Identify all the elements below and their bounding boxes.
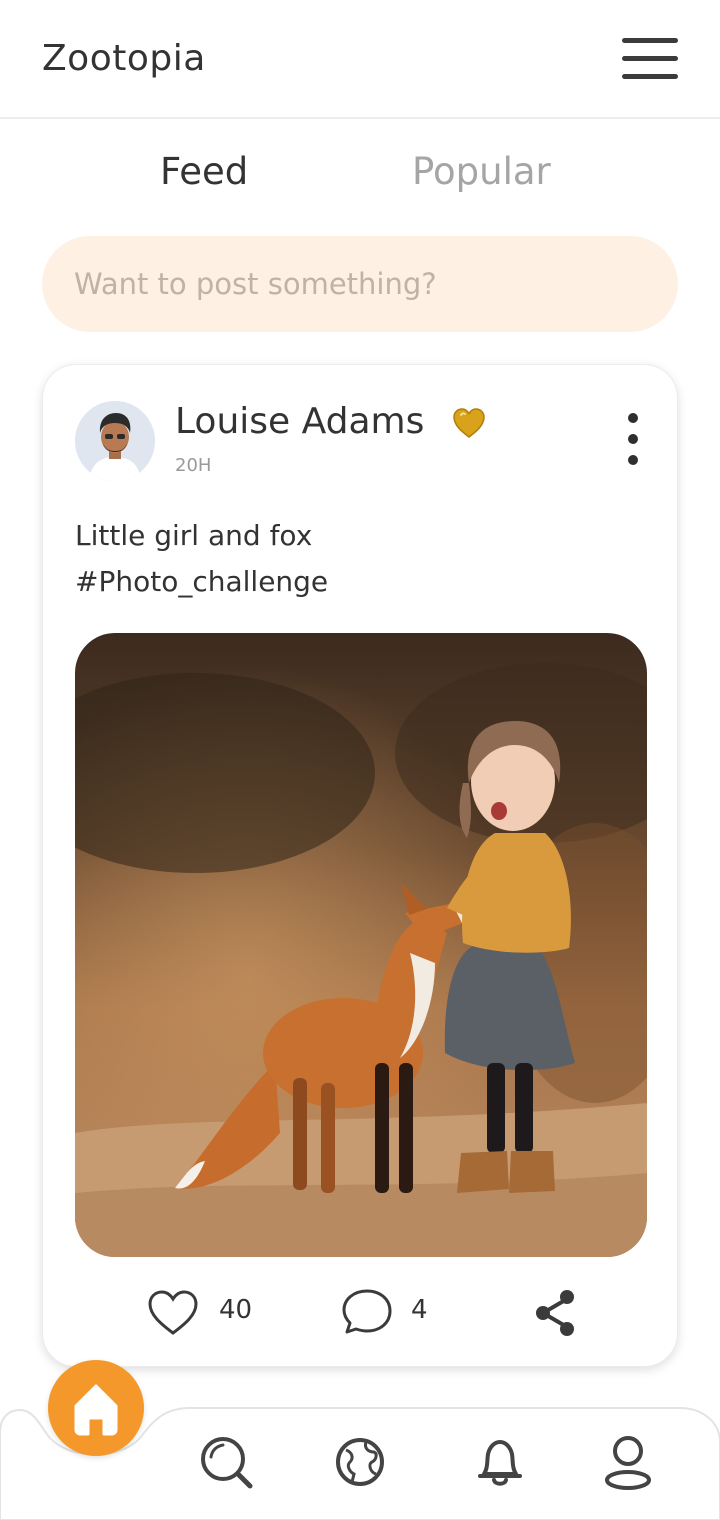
post-time: 20H <box>175 455 212 476</box>
composer-input[interactable] <box>42 236 678 332</box>
home-icon <box>74 1384 118 1436</box>
author-name[interactable]: Louise Adams <box>175 401 424 442</box>
tab-popular[interactable]: Popular <box>412 150 551 193</box>
post-hashtag[interactable]: #Photo_challenge <box>75 559 635 605</box>
post-photo[interactable] <box>75 633 647 1257</box>
photo-girl-and-fox <box>75 633 647 1257</box>
user-icon[interactable] <box>600 1434 656 1490</box>
gold-heart-icon <box>453 408 485 438</box>
tab-feed[interactable]: Feed <box>160 150 248 193</box>
comment-button[interactable]: 4 <box>339 1285 429 1341</box>
vertical-dots-icon[interactable] <box>625 413 641 465</box>
avatar[interactable] <box>75 401 155 481</box>
composer-box[interactable] <box>42 236 678 332</box>
hamburger-menu-icon[interactable] <box>622 38 678 82</box>
search-icon[interactable] <box>198 1434 254 1490</box>
share-button[interactable] <box>531 1285 581 1341</box>
like-count: 40 <box>219 1295 253 1325</box>
post-caption: Little girl and fox <box>75 519 313 552</box>
heart-outline-icon <box>148 1290 198 1335</box>
like-button[interactable]: 40 <box>145 1285 255 1341</box>
comment-count: 4 <box>411 1295 428 1325</box>
app-header: Zootopia <box>0 0 720 119</box>
feed-tabs: Feed Popular <box>0 150 720 210</box>
app-title: Zootopia <box>42 38 206 79</box>
chat-bubble-icon <box>342 1289 392 1334</box>
bell-icon[interactable] <box>472 1434 528 1490</box>
post-card: Louise Adams 20H Little girl and fox #Ph… <box>42 364 678 1367</box>
post-text: Little girl and fox #Photo_challenge <box>75 513 635 605</box>
share-icon <box>536 1290 574 1336</box>
home-button[interactable] <box>48 1360 144 1456</box>
avatar-image <box>75 401 155 481</box>
globe-icon[interactable] <box>332 1434 388 1490</box>
